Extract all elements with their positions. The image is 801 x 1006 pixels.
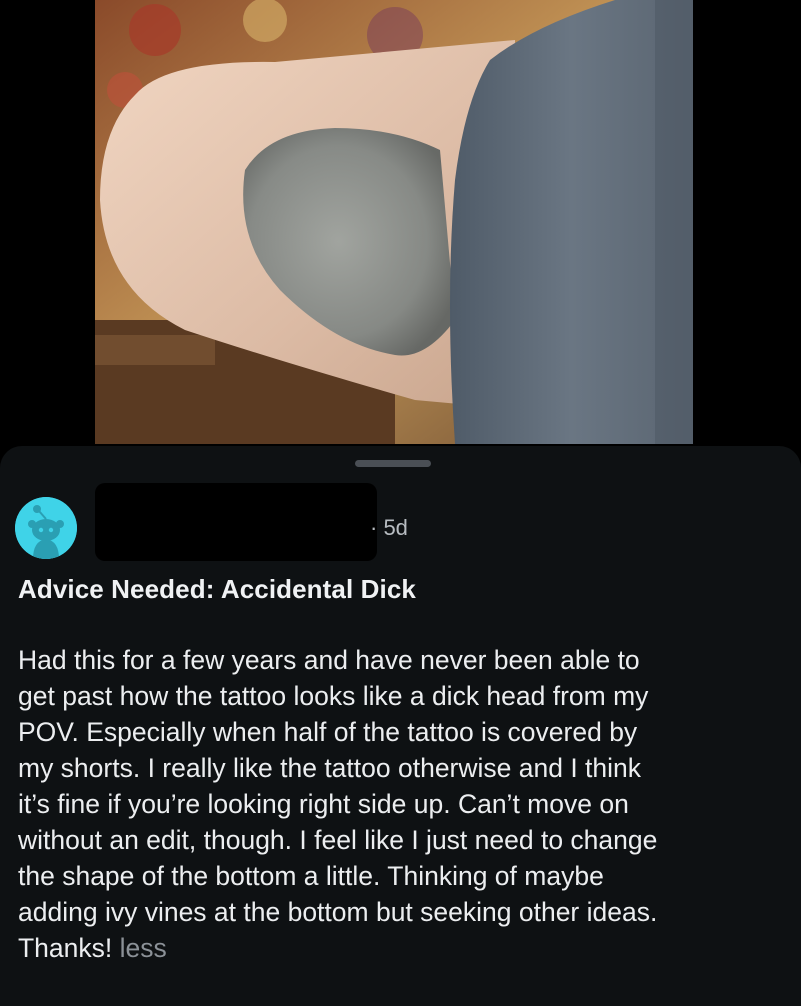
post-body-line: POV. Especially when half of the tattoo …	[18, 717, 638, 747]
post-body: Had this for a few years and have never …	[18, 642, 788, 966]
post-age: · 5d	[370, 515, 408, 540]
show-less-link[interactable]: less	[120, 933, 167, 963]
post-detail-sheet: · 5d Advice Needed: Accidental Dick Had …	[0, 446, 801, 1006]
post-image[interactable]	[95, 0, 693, 444]
post-body-line: without an edit, though. I feel like I j…	[18, 825, 658, 855]
reddit-snoo-avatar-icon[interactable]	[15, 497, 77, 559]
post-body-line: the shape of the bottom a little. Thinki…	[18, 861, 604, 891]
post-title: Advice Needed: Accidental Dick	[18, 574, 416, 604]
post-body-line: Thanks!	[18, 933, 113, 963]
sheet-drag-handle[interactable]	[355, 460, 431, 467]
post-media-area	[0, 0, 801, 470]
post-meta-row: · 5d	[15, 483, 715, 561]
post-body-line: get past how the tattoo looks like a dic…	[18, 681, 649, 711]
post-body-line: my shorts. I really like the tattoo othe…	[18, 753, 642, 783]
username-redaction	[95, 483, 377, 561]
post-body-line: it’s fine if you’re looking right side u…	[18, 789, 629, 819]
post-body-line: adding ivy vines at the bottom but seeki…	[18, 897, 658, 927]
post-body-line: Had this for a few years and have never …	[18, 645, 640, 675]
